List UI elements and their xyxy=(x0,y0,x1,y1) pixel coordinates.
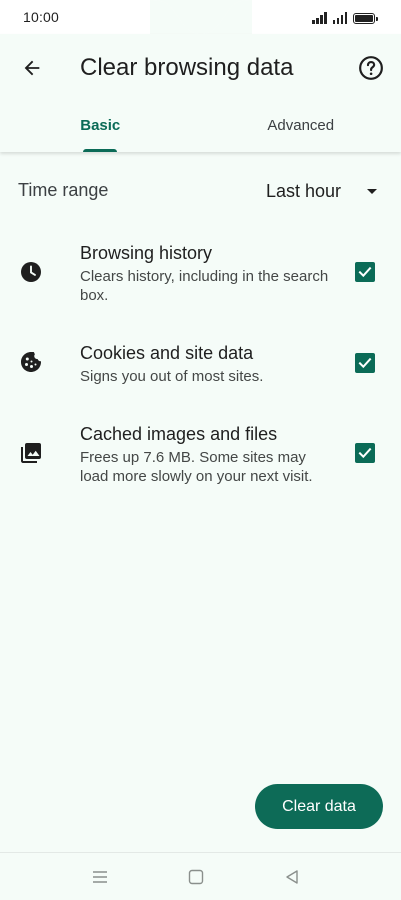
option-title: Cookies and site data xyxy=(80,343,254,363)
option-title: Cached images and files xyxy=(80,424,278,444)
tab-basic-label: Basic xyxy=(80,117,121,134)
option-title: Browsing history xyxy=(80,243,213,263)
image-stack-icon xyxy=(21,443,41,463)
system-back-button[interactable] xyxy=(282,867,302,887)
option-description: Clears history, including in the search … xyxy=(80,268,329,304)
status-bar: 10:00 xyxy=(0,0,401,34)
cached-images-checkbox[interactable] xyxy=(355,443,375,463)
tab-bar: Basic Advanced xyxy=(0,106,401,152)
menu-icon xyxy=(93,871,107,883)
check-icon xyxy=(358,266,372,278)
check-icon xyxy=(358,357,372,369)
home-button[interactable] xyxy=(186,867,206,887)
tab-advanced-label: Advanced xyxy=(267,117,335,134)
battery-icon xyxy=(353,13,378,24)
option-cached-images-files[interactable]: Cached images and files Frees up 7.6 MB.… xyxy=(0,421,401,489)
phone-screen: 10:00 Clear browsing data Basic Advanced… xyxy=(0,0,401,900)
clear-data-button[interactable]: Clear data xyxy=(255,784,383,829)
option-cookies-site-data[interactable]: Cookies and site data Signs you out of m… xyxy=(0,340,401,388)
option-description: Signs you out of most sites. xyxy=(80,368,264,385)
browsing-history-checkbox[interactable] xyxy=(355,262,375,282)
cookies-checkbox[interactable] xyxy=(355,353,375,373)
signal-icon xyxy=(332,12,347,24)
app-bar: Clear browsing data Basic Advanced xyxy=(0,34,401,152)
menu-button[interactable] xyxy=(90,867,110,887)
tab-basic[interactable]: Basic xyxy=(0,106,201,152)
time-range-label: Time range xyxy=(18,180,109,200)
page-title: Clear browsing data xyxy=(80,54,294,81)
time-range-value: Last hour xyxy=(265,180,341,201)
arrow-back-icon xyxy=(24,60,40,76)
help-button[interactable] xyxy=(356,53,386,83)
help-circle-icon xyxy=(359,56,383,80)
check-icon xyxy=(358,447,372,459)
time-range-row: Time range Last hour xyxy=(0,168,401,214)
status-time: 10:00 xyxy=(23,9,60,25)
cookie-icon xyxy=(21,352,41,372)
clock-icon xyxy=(21,262,41,282)
back-button[interactable] xyxy=(17,53,47,83)
option-description: Frees up 7.6 MB. Some sites may load mor… xyxy=(80,449,313,485)
status-icons xyxy=(312,10,378,24)
tab-active-indicator xyxy=(83,149,118,152)
tab-advanced[interactable]: Advanced xyxy=(201,106,401,152)
home-square-icon xyxy=(188,869,204,885)
option-browsing-history[interactable]: Browsing history Clears history, includi… xyxy=(0,240,401,306)
time-range-dropdown[interactable]: Last hour xyxy=(266,172,377,210)
signal-icon xyxy=(312,12,327,24)
navigation-bar xyxy=(0,852,401,900)
chevron-down-icon xyxy=(367,188,377,194)
back-triangle-icon xyxy=(286,870,298,884)
